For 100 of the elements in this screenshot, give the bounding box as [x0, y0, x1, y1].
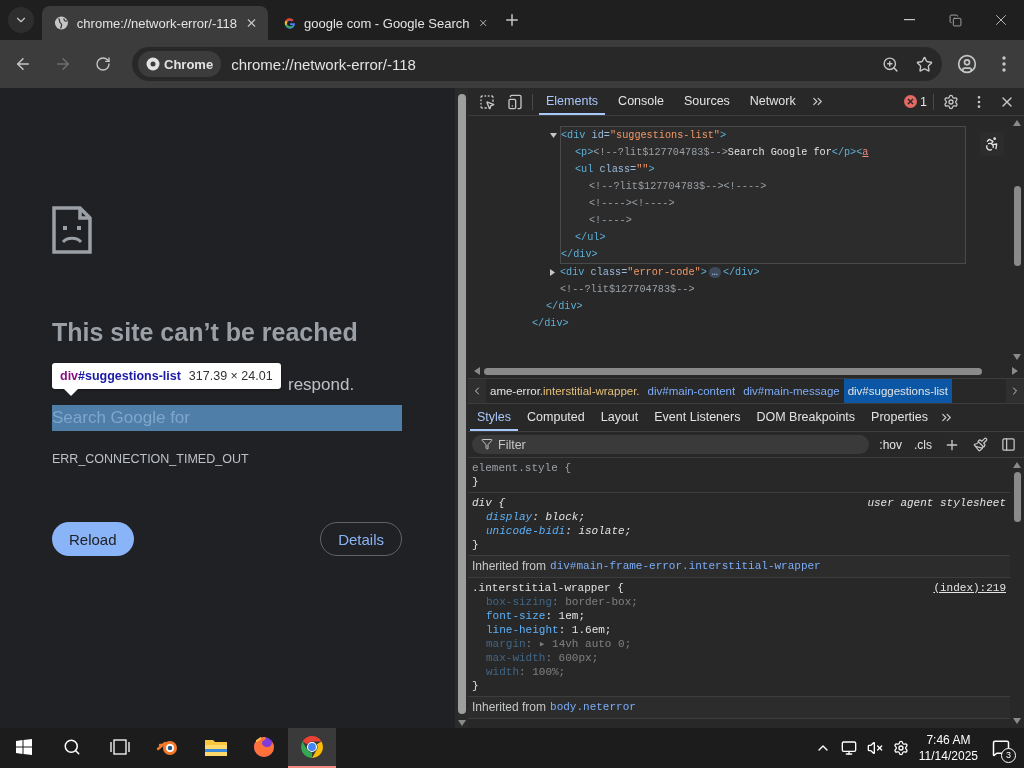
error-count: 1	[920, 94, 927, 109]
sad-document-icon	[52, 206, 92, 254]
reload-button[interactable]: Reload	[52, 522, 134, 556]
css-property: box-sizing: border-box;	[485, 595, 639, 609]
accessibility-button[interactable]	[980, 132, 1004, 156]
scroll-right-button[interactable]	[1006, 379, 1024, 403]
toggle-button[interactable]: :hov	[877, 437, 904, 452]
devtools-tab[interactable]: Elements	[539, 88, 606, 115]
element-size: 317.39 × 24.01	[188, 368, 273, 384]
devtools-tab[interactable]: Network	[742, 88, 803, 115]
profile-icon	[957, 54, 977, 74]
plus-icon	[503, 11, 521, 29]
sidebar-tab[interactable]: Computed	[520, 404, 592, 431]
tab-search-button[interactable]	[8, 7, 34, 33]
zoom-icon	[881, 55, 899, 73]
globe-icon	[54, 15, 69, 31]
menu-icon	[1002, 56, 1006, 72]
taskbar-app[interactable]	[288, 728, 336, 768]
element-link[interactable]: div#main-frame-error.interstitial-wrapper	[550, 559, 821, 574]
css-property: line-height: 1.6em;	[485, 623, 613, 637]
reload-icon	[95, 56, 111, 72]
closing-brace: }	[472, 679, 480, 693]
breadcrumb[interactable]: div#suggestions-list	[843, 379, 953, 403]
breadcrumb[interactable]: div#main-content	[643, 379, 740, 403]
filter-field[interactable]: Filter	[472, 435, 870, 454]
code-line: <p><!--?lit$127704783$-->Search Google for</p><a	[575, 146, 870, 160]
folder-icon	[204, 737, 228, 757]
windows-logo-icon	[16, 739, 32, 755]
sidebar-tab[interactable]: Layout	[593, 404, 646, 431]
inspect-element-icon	[479, 93, 495, 110]
close-icon[interactable]	[245, 16, 258, 30]
star-icon	[915, 55, 933, 73]
filter-icon	[481, 438, 493, 450]
clock-time: 7:46 AM	[926, 733, 971, 747]
notifications-button[interactable]: 3	[988, 735, 1014, 761]
devtools-tab[interactable]: Sources	[677, 88, 737, 115]
element-link[interactable]: body.neterror	[550, 700, 636, 715]
browser-tab[interactable]: chrome://network-error/-118	[42, 6, 268, 40]
error-message: respond.	[288, 375, 356, 395]
css-property: font-size: 1em;	[485, 609, 587, 623]
scroll-left-arrow-icon	[474, 367, 480, 375]
code-line: <div class="error-code"> … </div>	[560, 264, 1010, 281]
tab-title: google com - Google Search	[304, 15, 470, 31]
network-icon[interactable]	[840, 740, 857, 756]
scroll-left-button[interactable]	[468, 379, 486, 403]
code-line: </div>	[561, 248, 599, 262]
paintbrush-icon	[972, 437, 988, 452]
code-line: <!--?lit$127704783$--><!---->	[589, 180, 768, 194]
scrollbar-thumb[interactable]	[457, 94, 466, 714]
scroll-up-arrow-icon	[1013, 120, 1021, 126]
sidebar-tab[interactable]: Event Listeners	[647, 404, 748, 431]
settings-icon[interactable]	[892, 740, 909, 756]
code-line: </ul>	[575, 231, 607, 245]
message-icon	[992, 739, 1010, 757]
scroll-down-arrow-icon	[1013, 718, 1021, 724]
code-line: </div>	[532, 317, 570, 331]
scroll-down-arrow-icon	[457, 720, 466, 726]
url-text: chrome://network-error/-118	[231, 55, 417, 73]
sidebar-tab[interactable]: DOM Breakpoints	[749, 404, 863, 431]
scrollbar-thumb[interactable]	[484, 367, 982, 375]
error-heading: This site can’t be reached	[52, 318, 359, 347]
page-scrollbar[interactable]	[455, 88, 468, 728]
css-selector: div {	[472, 496, 505, 510]
sidebar-tab[interactable]: Properties	[864, 404, 936, 431]
error-code: ERR_CONNECTION_TIMED_OUT	[52, 452, 250, 466]
closing-brace: }	[472, 538, 480, 552]
clock-date: 11/14/2025	[918, 749, 978, 763]
code-line: <ul class="">	[575, 163, 656, 177]
globe-logo-icon	[252, 735, 276, 759]
closing-brace: }	[472, 475, 480, 489]
clock[interactable]: 7:46 AM 11/14/2025	[918, 733, 978, 763]
error-icon	[904, 95, 918, 108]
site-chip[interactable]: Chrome	[138, 51, 222, 77]
forward-arrow-icon	[54, 55, 72, 73]
sidebar-tab[interactable]: Styles	[470, 404, 519, 431]
error-counter[interactable]: 1	[904, 94, 927, 109]
breadcrumb[interactable]: div#main-message	[739, 379, 844, 403]
scrollbar-thumb[interactable]	[1013, 186, 1021, 266]
code-line: <!---->	[589, 214, 633, 228]
browser-tab[interactable]: google com - Google Search	[272, 6, 498, 40]
css-property: max-width: 600px;	[485, 651, 600, 665]
muted-speaker-icon[interactable]	[866, 740, 883, 756]
code-line: </div>	[546, 300, 584, 314]
css-property: display: block;	[485, 510, 587, 524]
breadcrumb[interactable]: ame-error.interstitial-wrapper.	[486, 379, 644, 403]
rule-source: user agent stylesheet	[867, 496, 1006, 510]
collapsed-caret-icon[interactable]	[549, 269, 556, 276]
css-property: margin: ▸ 14vh auto 0;	[485, 637, 633, 651]
address-bar[interactable]: Chrome chrome://network-error/-118	[132, 47, 942, 81]
circle-logo-icon	[146, 57, 160, 71]
minimize-icon	[903, 19, 915, 21]
expanded-caret-icon[interactable]	[550, 132, 557, 139]
element-selector: div#suggestions-list	[60, 368, 181, 384]
source-link[interactable]: (index):219	[933, 581, 1006, 595]
scrollbar-thumb[interactable]	[1013, 472, 1021, 522]
notification-count: 3	[1001, 748, 1016, 763]
code-line: <!----><!---->	[589, 197, 676, 211]
devtools-tab[interactable]: Console	[611, 88, 671, 115]
task-view-icon	[110, 739, 130, 755]
toggle-button[interactable]: .cls	[912, 437, 934, 452]
